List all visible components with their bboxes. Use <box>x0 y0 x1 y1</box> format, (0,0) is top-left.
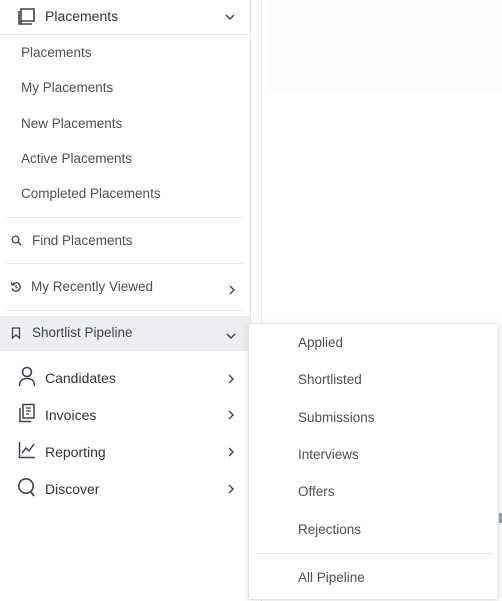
nav-reporting[interactable]: Reporting <box>0 438 250 468</box>
divider <box>6 310 246 311</box>
sidebar-item-completed-placements[interactable]: Completed Placements <box>21 186 161 201</box>
sidebar: Placements Placements My Placements New … <box>0 0 251 570</box>
nav-invoices[interactable]: Invoices <box>0 401 250 431</box>
nav-reporting-label: Reporting <box>45 444 106 460</box>
history-icon <box>10 282 21 292</box>
recently-viewed-row[interactable]: My Recently Viewed <box>0 270 250 304</box>
section-header-placements[interactable]: Placements <box>0 0 250 34</box>
section-title: Placements <box>45 8 119 24</box>
sidebar-item-active-placements[interactable]: Active Placements <box>21 151 132 166</box>
flyout-divider <box>256 553 494 554</box>
shortlist-pipeline-row[interactable]: Shortlist Pipeline <box>0 316 250 351</box>
flyout-item-shortlisted[interactable]: Shortlisted <box>298 372 362 387</box>
flyout-item-rejections[interactable]: Rejections <box>298 522 361 537</box>
nav-candidates[interactable]: Candidates <box>0 364 250 394</box>
chevron-right-icon <box>228 484 234 494</box>
chart-icon <box>18 442 35 459</box>
bookmark-icon <box>11 327 21 339</box>
flyout-item-submissions[interactable]: Submissions <box>298 410 375 425</box>
flyout-item-all-pipeline[interactable]: All Pipeline <box>298 570 365 585</box>
chevron-right-icon <box>229 285 235 295</box>
pipeline-flyout-menu: Applied Shortlisted Submissions Intervie… <box>248 323 499 600</box>
content-header-shade <box>268 0 502 90</box>
chevron-right-icon <box>228 410 234 420</box>
find-placements-link[interactable]: Find Placements <box>0 223 250 257</box>
invoice-icon <box>19 403 35 423</box>
chevron-down-icon[interactable] <box>224 11 236 23</box>
book-icon <box>18 8 35 25</box>
search-icon <box>11 235 22 246</box>
flyout-item-offers[interactable]: Offers <box>298 484 335 499</box>
sidebar-item-placements[interactable]: Placements <box>21 45 92 60</box>
divider <box>0 34 250 35</box>
nav-candidates-label: Candidates <box>45 370 116 386</box>
flyout-item-applied[interactable]: Applied <box>298 335 343 350</box>
find-placements-label: Find Placements <box>32 233 133 248</box>
divider <box>6 263 246 264</box>
divider <box>6 217 246 218</box>
person-icon <box>18 366 36 387</box>
shortlist-pipeline-label: Shortlist Pipeline <box>32 325 133 340</box>
recently-viewed-label: My Recently Viewed <box>31 279 154 294</box>
flyout-item-interviews[interactable]: Interviews <box>298 447 359 462</box>
sidebar-footer-area <box>0 570 248 601</box>
sidebar-item-my-placements[interactable]: My Placements <box>21 80 113 95</box>
chevron-down-icon <box>226 333 236 340</box>
nav-invoices-label: Invoices <box>45 407 97 423</box>
sidebar-item-new-placements[interactable]: New Placements <box>21 116 122 131</box>
discover-icon <box>18 478 35 497</box>
nav-discover[interactable]: Discover <box>0 475 250 505</box>
chevron-right-icon <box>228 447 234 457</box>
chevron-right-icon <box>228 374 234 384</box>
nav-discover-label: Discover <box>45 481 100 497</box>
